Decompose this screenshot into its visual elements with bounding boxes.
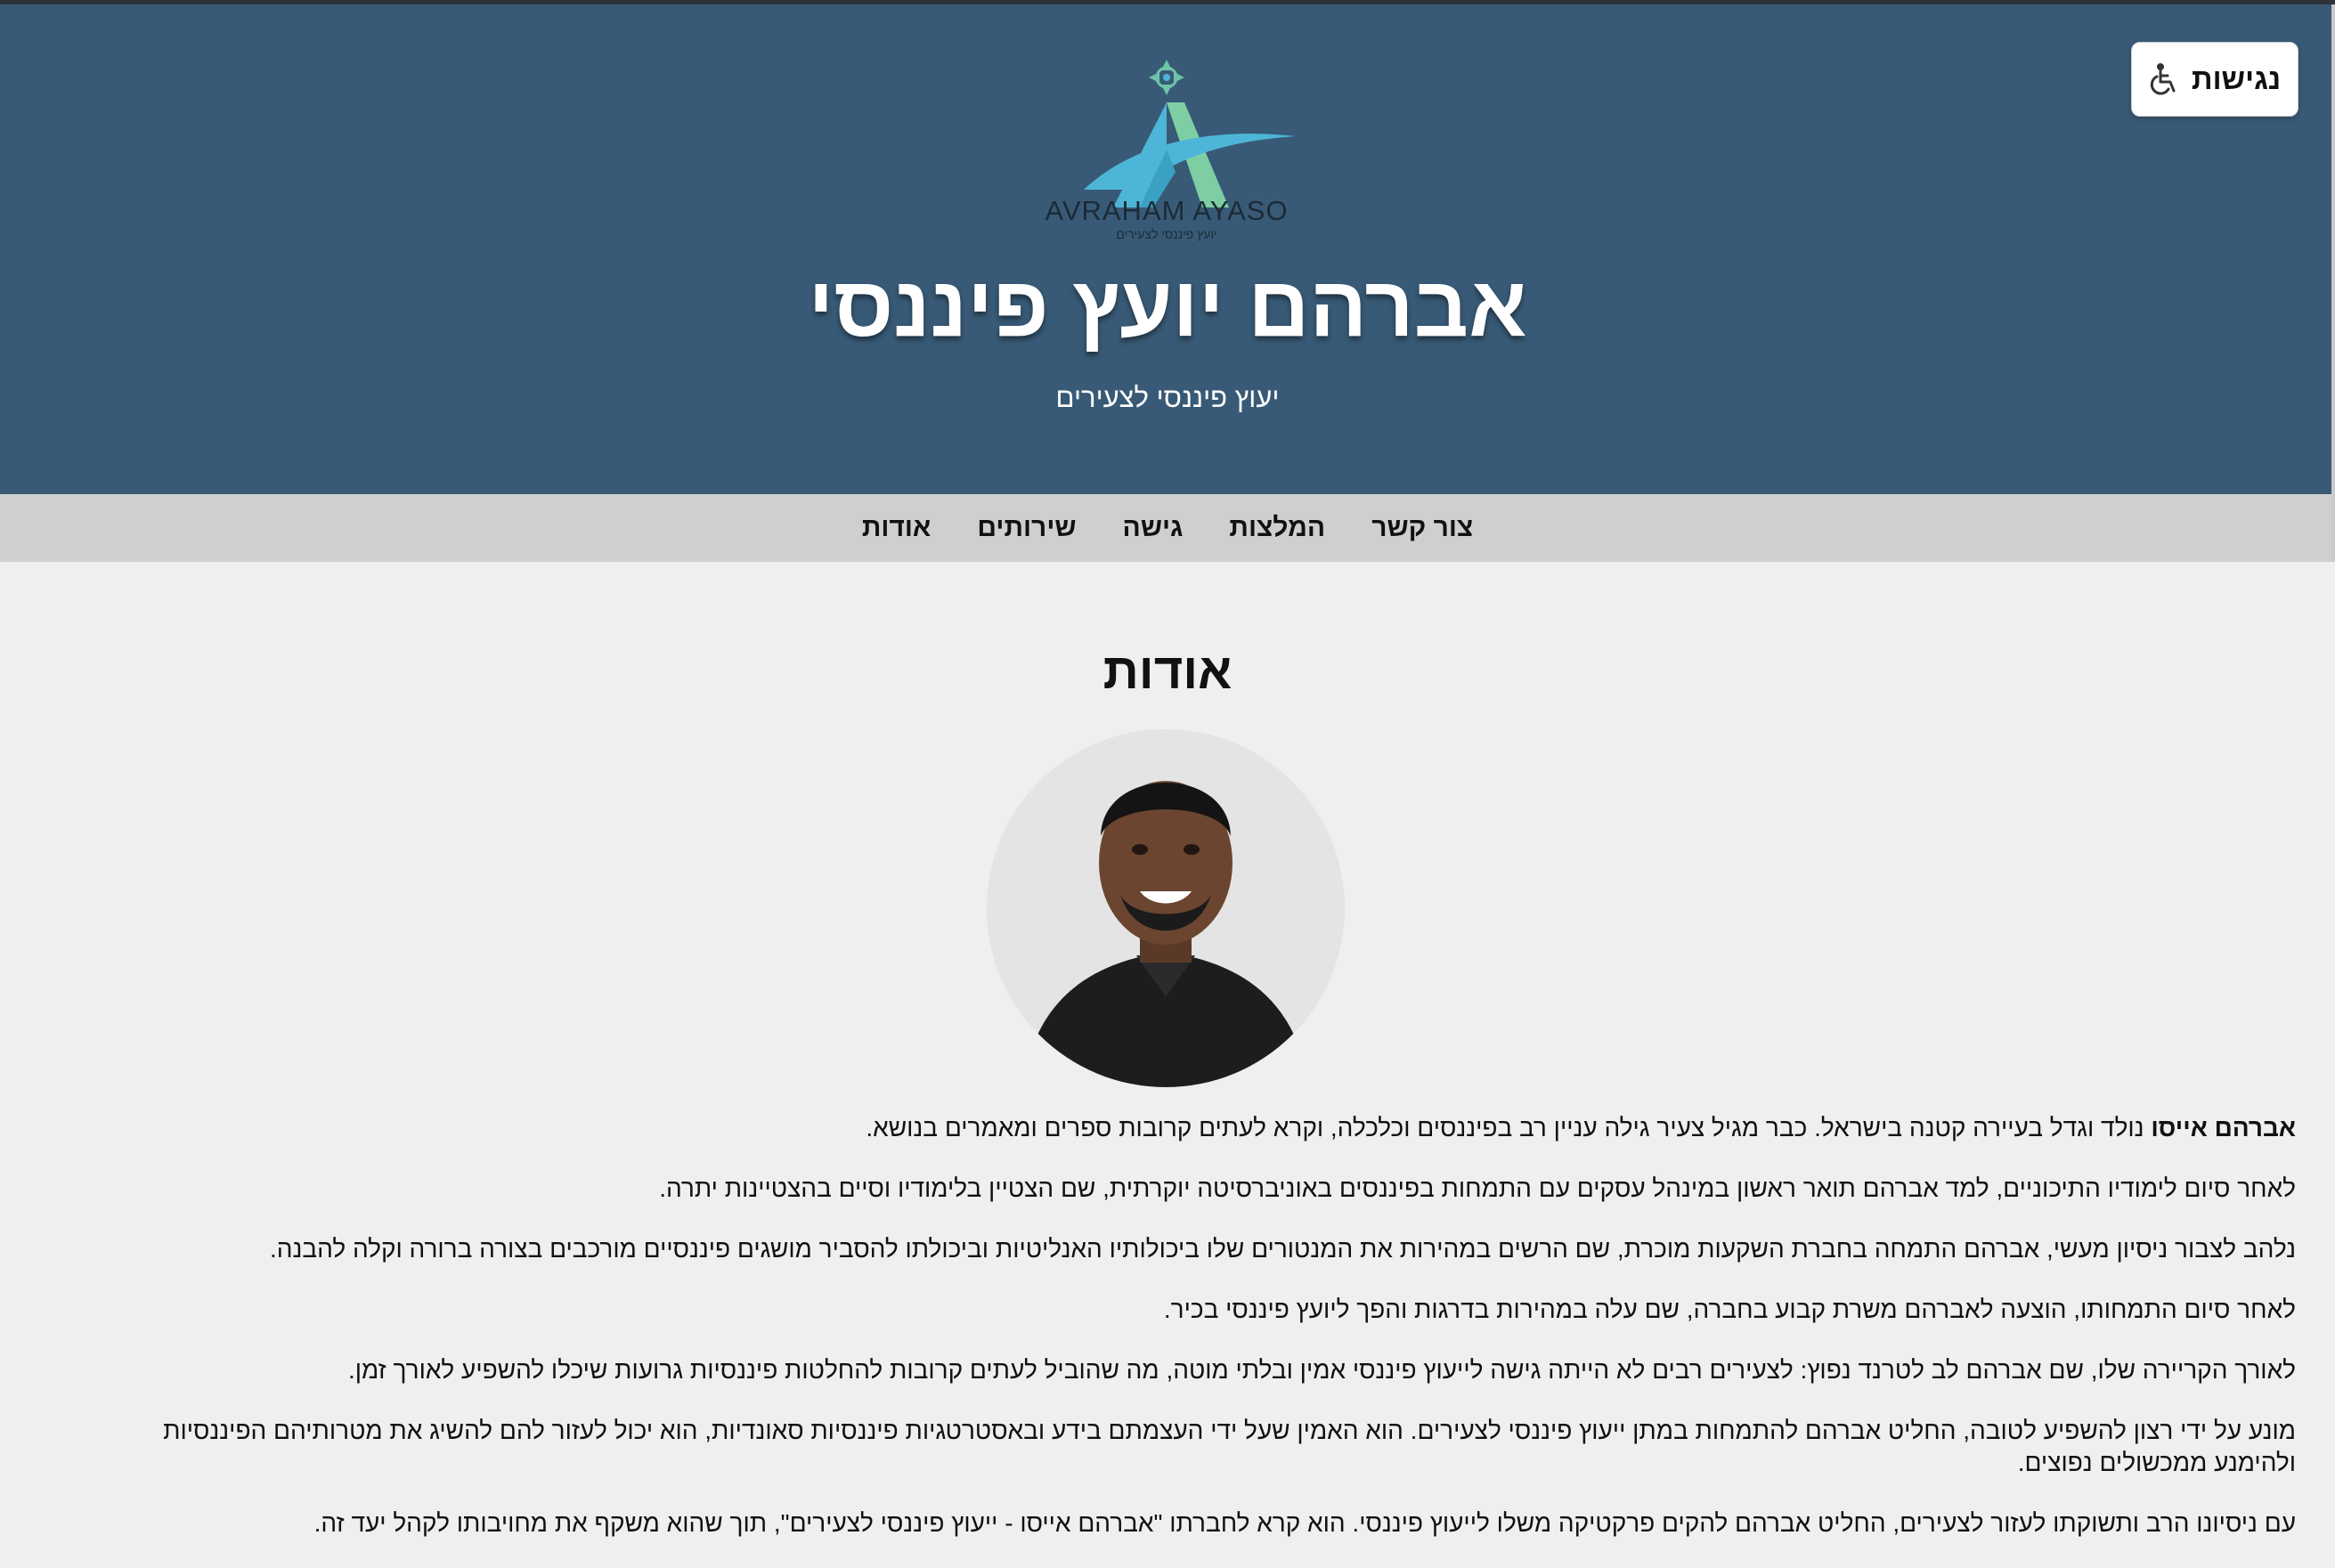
accessibility-label: נגישות [2191, 62, 2282, 95]
about-title: אודות [1102, 643, 1233, 699]
bio-paragraph: לאורך הקריירה שלו, שם אברהם לב לטרנד נפו… [347, 1356, 2296, 1384]
accessibility-button[interactable]: נגישות [2131, 42, 2298, 117]
wheelchair-icon [2150, 63, 2176, 95]
nav-item-services[interactable]: שירותים [975, 513, 1078, 543]
nav-item-contact[interactable]: צור קשר [1370, 513, 1475, 543]
bio-paragraph: עם ניסיונו הרב ותשוקתו לעזור לצעירים, הח… [313, 1509, 2296, 1537]
nav-item-about[interactable]: אודות [860, 513, 933, 543]
nav-item-approach[interactable]: גישה [1121, 513, 1185, 543]
site-header: AVRAHAM AYASO יועץ פיננסי לצעירים אברהם … [0, 4, 2335, 494]
logo-ornament-icon [1149, 60, 1184, 95]
main-navigation: אודות שירותים גישה המלצות צור קשר [0, 494, 2335, 562]
nav-item-testimonials[interactable]: המלצות [1227, 513, 1327, 543]
bio-paragraph: נלהב לצבור ניסיון מעשי, אברהם התמחה בחבר… [269, 1235, 2296, 1263]
bio-paragraph: לאחר סיום התמחותו, הוצעה לאברהם משרת קבו… [1163, 1296, 2296, 1323]
bio-name: אברהם אייסו [2151, 1114, 2296, 1141]
site-title: אברהם יועץ פיננסי [808, 259, 1527, 354]
bio-paragraph: לאחר סיום לימודיו התיכוניים, למד אברהם ת… [659, 1174, 2296, 1202]
bio-paragraph: אברהם אייסו נולד וגדל בעיירה קטנה בישראל… [134, 1112, 2296, 1144]
logo-tagline: יועץ פיננסי לצעירים [1116, 227, 1217, 241]
logo-wordmark: AVRAHAM AYASO [1045, 195, 1289, 226]
site-subtitle: יעוץ פיננסי לצעירים [1055, 382, 1280, 413]
bio-text-1: נולד וגדל בעיירה קטנה בישראל. כבר מגיל צ… [866, 1114, 2144, 1141]
about-section: אודות אברהם אייסו נולד וגדל בעיירה קטנה … [0, 562, 2335, 1549]
profile-photo [987, 729, 1345, 1087]
about-bio: אברהם אייסו נולד וגדל בעיירה קטנה בישראל… [134, 1112, 2296, 1568]
bio-paragraph: מונע על ידי רצון להשפיע לטובה, החליט אבר… [163, 1417, 2296, 1476]
